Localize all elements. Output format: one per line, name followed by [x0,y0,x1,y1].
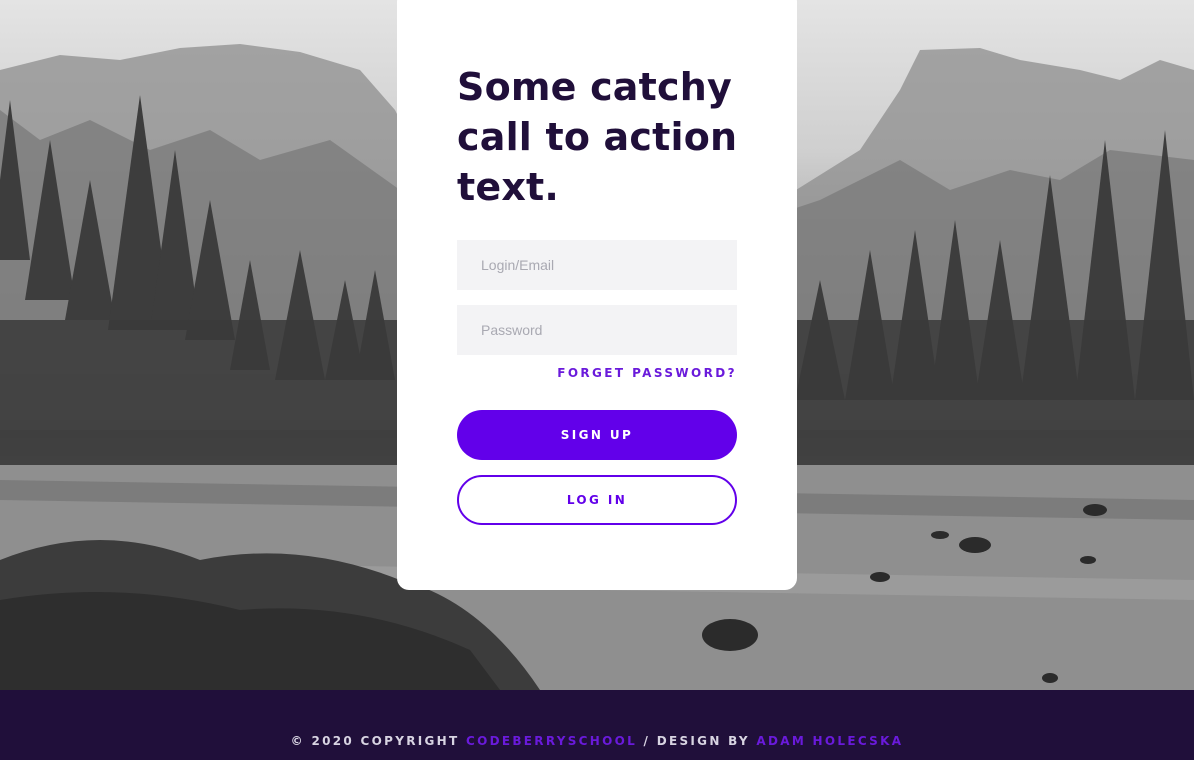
login-email-input[interactable] [457,240,737,290]
sign-up-button[interactable]: SIGN UP [457,410,737,460]
log-in-button[interactable]: LOG IN [457,475,737,525]
footer-credits: © 2020 COPYRIGHT CODEBERRYSCHOOL / DESIG… [0,734,1194,748]
call-to-action-heading: Some catchy call to action text. [457,65,738,209]
copyright-text: © 2020 COPYRIGHT [290,734,466,748]
password-input[interactable] [457,305,737,355]
login-page: Some catchy call to action text. FORGET … [0,0,1194,760]
log-in-button-label: LOG IN [566,493,628,507]
sign-up-button-label: SIGN UP [560,428,634,442]
forgot-password-link[interactable]: FORGET PASSWORD? [557,366,737,380]
signup-card: Some catchy call to action text. FORGET … [397,0,797,590]
codeberryschool-link[interactable]: CODEBERRYSCHOOL [466,734,637,748]
design-by-text: / DESIGN BY [637,734,757,748]
footer: © 2020 COPYRIGHT CODEBERRYSCHOOL / DESIG… [0,690,1194,760]
designer-link[interactable]: ADAM HOLECSKA [756,734,903,748]
